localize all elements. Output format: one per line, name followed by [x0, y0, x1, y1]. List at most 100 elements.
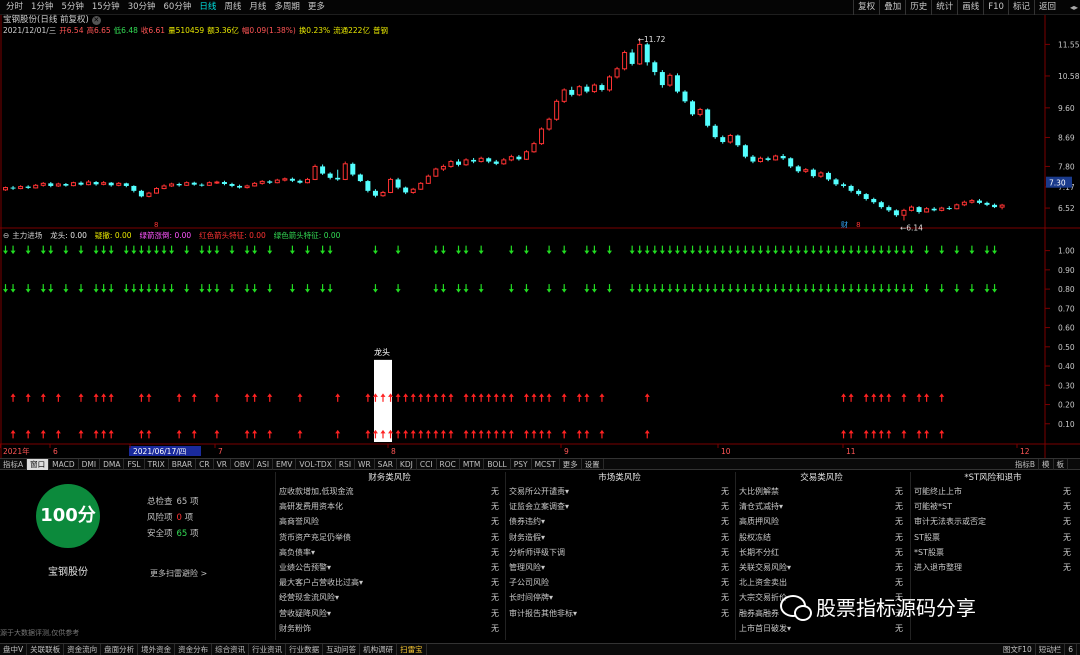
status-tab-10[interactable]: 机构调研 [360, 644, 398, 655]
toolbar-button-3[interactable]: 统计 [931, 0, 957, 15]
status-tab-5[interactable]: 资金分布 [175, 644, 213, 655]
risk-item[interactable]: *ST股票 无 [911, 545, 1075, 560]
indicator-tab-0[interactable]: 指标A [0, 458, 28, 470]
indicator-tab-3[interactable]: DMI [79, 458, 101, 470]
toolbar-button-5[interactable]: F10 [983, 0, 1008, 15]
indicator-icon[interactable]: ⊖ [3, 231, 9, 240]
toolbar-button-0[interactable]: 复权 [853, 0, 879, 15]
risk-item[interactable]: 应收款增加,低现金流 无 [276, 484, 503, 499]
timeframe-tab-8[interactable]: 月线 [245, 0, 270, 15]
indicator-tab-20[interactable]: MTM [460, 458, 485, 470]
indicator-tab-19[interactable]: ROC [437, 458, 460, 470]
risk-item[interactable]: 关联交易风险▾ 无 [736, 560, 907, 575]
indicator-tab-22[interactable]: PSY [511, 458, 532, 470]
event-marker[interactable]: 8 [154, 221, 158, 229]
status-right-2[interactable]: 6 [1065, 644, 1077, 655]
risk-item[interactable]: 财务造假▾ 无 [506, 530, 733, 545]
risk-item[interactable]: 高商誉风险 无 [276, 514, 503, 529]
indicator-tab-17[interactable]: KDJ [397, 458, 417, 470]
timeframe-tab-9[interactable]: 多周期 [270, 0, 304, 15]
close-icon[interactable]: ✕ [91, 16, 101, 25]
toolbar-button-6[interactable]: 标记 [1007, 0, 1034, 15]
indicator-tab-9[interactable]: VR [214, 458, 231, 470]
timeframe-tab-6[interactable]: 日线 [195, 0, 220, 15]
indicator-tab-14[interactable]: RSI [336, 458, 356, 470]
risk-item[interactable]: 债券违约▾ 无 [506, 514, 733, 529]
indicator-tab-10[interactable]: OBV [231, 458, 254, 470]
toolbar-button-2[interactable]: 历史 [905, 0, 931, 15]
risk-item[interactable]: 证监会立案调查▾ 无 [506, 499, 733, 514]
indicator-tab-12[interactable]: EMV [273, 458, 297, 470]
indicator-tab-23[interactable]: MCST [532, 458, 560, 470]
risk-item[interactable]: 大比例解禁 无 [736, 484, 907, 499]
indicator-tab-6[interactable]: TRIX [145, 458, 169, 470]
indicator-tab-18[interactable]: CCI [417, 458, 437, 470]
status-tab-11[interactable]: 扫雷宝 [397, 644, 427, 655]
indicator-tab-4[interactable]: DMA [100, 458, 125, 470]
risk-item[interactable]: 上市首日破发▾ 无 [736, 621, 907, 636]
indicator-tab-8[interactable]: CR [196, 458, 214, 470]
risk-item[interactable]: 股权冻结 无 [736, 530, 907, 545]
timeframe-tab-0[interactable]: 分时 [2, 0, 27, 15]
risk-item[interactable]: 最大客户占营收比过高▾ 无 [276, 575, 503, 590]
risk-item[interactable]: 货币资产充足仍举债 无 [276, 530, 503, 545]
toolbar-scroll-arrows[interactable]: ◂▸ [1070, 0, 1078, 15]
risk-item[interactable]: 长时间停牌▾ 无 [506, 590, 733, 605]
status-right-0[interactable]: 图文F10 [1000, 644, 1036, 655]
risk-item[interactable]: 交易所公开谴责▾ 无 [506, 484, 733, 499]
indicator-tab-right-1[interactable]: 模 [1039, 459, 1054, 470]
risk-item[interactable]: 进入退市整理 无 [911, 560, 1075, 575]
risk-item[interactable]: 管理风险▾ 无 [506, 560, 733, 575]
risk-item[interactable]: 财务粉饰 无 [276, 621, 503, 636]
indicator-tab-24[interactable]: 更多 [560, 458, 582, 470]
indicator-tab-right-2[interactable]: 板 [1054, 459, 1068, 470]
quote-sector[interactable]: 普钢 [373, 26, 388, 35]
risk-item[interactable]: 子公司风险 无 [506, 575, 733, 590]
status-tab-6[interactable]: 综合资讯 [212, 644, 250, 655]
status-tab-4[interactable]: 境外资金 [138, 644, 176, 655]
toolbar-button-1[interactable]: 叠加 [879, 0, 905, 15]
status-tab-2[interactable]: 资金流向 [64, 644, 102, 655]
indicator-tab-15[interactable]: WR [355, 458, 375, 470]
risk-item[interactable]: 审计无法表示或否定 无 [911, 514, 1075, 529]
event-marker[interactable]: 财 [841, 220, 848, 229]
timeframe-tab-3[interactable]: 15分钟 [88, 0, 124, 15]
risk-item[interactable]: 长期不分红 无 [736, 545, 907, 560]
status-tab-7[interactable]: 行业资讯 [249, 644, 287, 655]
risk-item[interactable]: 可能被*ST 无 [911, 499, 1075, 514]
indicator-tab-25[interactable]: 设置 [582, 458, 604, 470]
status-tab-0[interactable]: 盘中V [0, 644, 28, 655]
indicator-tab-16[interactable]: SAR [375, 458, 397, 470]
risk-item[interactable]: 审计报告其他非标▾ 无 [506, 606, 733, 621]
toolbar-button-4[interactable]: 画线 [957, 0, 983, 15]
indicator-tab-2[interactable]: MACD [49, 458, 79, 470]
indicator-tab-13[interactable]: VOL-TDX [296, 458, 336, 470]
status-tab-3[interactable]: 盘面分析 [101, 644, 139, 655]
indicator-tab-right-0[interactable]: 指标B [1012, 459, 1039, 470]
indicator-tab-11[interactable]: ASI [254, 458, 274, 470]
timeframe-tab-5[interactable]: 60分钟 [160, 0, 196, 15]
timeframe-tab-2[interactable]: 5分钟 [57, 0, 87, 15]
indicator-tab-21[interactable]: BOLL [484, 458, 511, 470]
risk-item[interactable]: 清仓式减持▾ 无 [736, 499, 907, 514]
indicator-tab-7[interactable]: BRAR [169, 458, 197, 470]
status-tab-9[interactable]: 互动问答 [323, 644, 361, 655]
timeframe-tab-1[interactable]: 1分钟 [27, 0, 57, 15]
status-right-1[interactable]: 短动栏 [1036, 644, 1066, 655]
timeframe-tab-4[interactable]: 30分钟 [124, 0, 160, 15]
indicator-tab-5[interactable]: FSL [124, 458, 145, 470]
toolbar-button-7[interactable]: 返回 [1033, 0, 1060, 15]
status-tab-1[interactable]: 关联联板 [27, 644, 65, 655]
risk-item[interactable]: ST股票 无 [911, 530, 1075, 545]
risk-item[interactable]: 可能终止上市 无 [911, 484, 1075, 499]
risk-item[interactable]: 高研发费用资本化 无 [276, 499, 503, 514]
risk-item[interactable]: 业绩公告预警▾ 无 [276, 560, 503, 575]
risk-item[interactable]: 经营现金流风险▾ 无 [276, 590, 503, 605]
event-marker[interactable]: 8 [856, 221, 860, 229]
status-tab-8[interactable]: 行业数据 [286, 644, 324, 655]
risk-item[interactable]: 营收疑降风险▾ 无 [276, 606, 503, 621]
indicator-tab-1[interactable]: 窗口 [27, 458, 50, 470]
timeframe-tab-10[interactable]: 更多 [304, 0, 329, 15]
risk-item[interactable]: 高质押风险 无 [736, 514, 907, 529]
timeframe-tab-7[interactable]: 周线 [220, 0, 245, 15]
